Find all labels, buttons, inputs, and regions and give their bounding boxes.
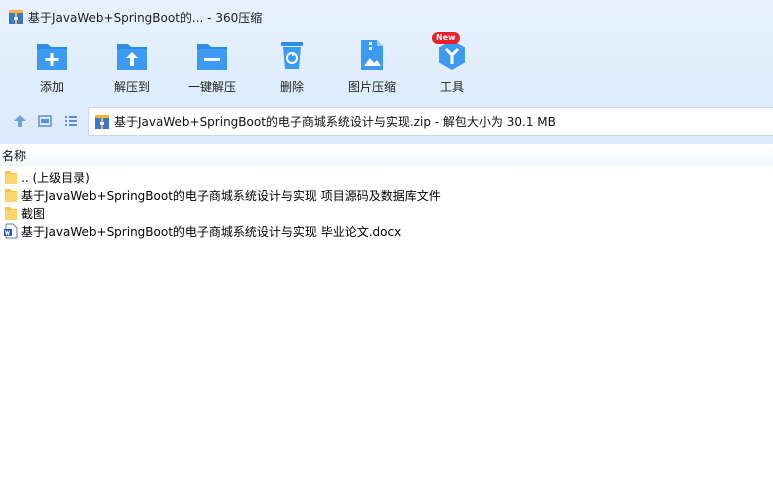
list-item-screenshots-folder[interactable]: 截图: [0, 204, 773, 222]
file-name: 截图: [21, 206, 46, 221]
toolbar: 添加 解压到 一键解压 删除 图片压缩 New 工具: [0, 32, 773, 98]
folder-icon: [5, 207, 17, 220]
delete-label: 删除: [279, 80, 304, 94]
delete-button[interactable]: 删除: [254, 38, 330, 98]
file-list: 名称 .. (上级目录) 基于JavaWeb+SpringBoot的电子商城系统…: [0, 144, 773, 484]
one-click-extract-button[interactable]: 一键解压: [174, 38, 250, 98]
list-item-parent-directory[interactable]: .. (上级目录): [0, 168, 773, 186]
column-header-name[interactable]: 名称: [0, 146, 773, 166]
add-icon: [37, 44, 67, 70]
image-compress-icon: [361, 40, 383, 70]
top-panel: 基于JavaWeb+SpringBoot的... - 360压缩 添加 解压到: [0, 0, 773, 144]
list-item-source-folder[interactable]: 基于JavaWeb+SpringBoot的电子商城系统设计与实现 项目源码及数据…: [0, 186, 773, 204]
new-badge: New: [432, 32, 460, 44]
image-compress-button[interactable]: 图片压缩: [334, 38, 410, 98]
extract-to-label: 解压到: [113, 80, 150, 94]
delete-icon: [281, 42, 303, 69]
file-name: 基于JavaWeb+SpringBoot的电子商城系统设计与实现 项目源码及数据…: [21, 188, 441, 203]
folder-icon: [5, 171, 17, 184]
file-rows: .. (上级目录) 基于JavaWeb+SpringBoot的电子商城系统设计与…: [0, 168, 773, 240]
archive-path: 基于JavaWeb+SpringBoot的电子商城系统设计与实现.zip - 解…: [114, 115, 556, 129]
extract-to-button[interactable]: 解压到: [94, 38, 170, 98]
arrow-up-icon: [14, 115, 26, 127]
zip-archive-icon: [95, 114, 109, 129]
thumbnail-view-icon: [38, 115, 52, 127]
window-title: 基于JavaWeb+SpringBoot的... - 360压缩: [28, 10, 263, 25]
tools-button[interactable]: New 工具: [414, 32, 490, 98]
list-view-button[interactable]: [62, 112, 80, 130]
path-bar[interactable]: 基于JavaWeb+SpringBoot的电子商城系统设计与实现.zip - 解…: [88, 107, 773, 136]
tools-label: 工具: [439, 80, 464, 94]
title-bar: 基于JavaWeb+SpringBoot的... - 360压缩: [0, 0, 773, 34]
thumbnail-view-button[interactable]: [36, 112, 54, 130]
folder-icon: [5, 189, 17, 202]
up-level-button[interactable]: [11, 112, 29, 130]
archive-app-icon: [9, 10, 23, 24]
word-doc-icon: [4, 223, 18, 239]
list-item-thesis-docx[interactable]: 基于JavaWeb+SpringBoot的电子商城系统设计与实现 毕业论文.do…: [0, 222, 773, 240]
add-label: 添加: [39, 80, 64, 94]
file-name: 基于JavaWeb+SpringBoot的电子商城系统设计与实现 毕业论文.do…: [21, 224, 402, 239]
image-compress-label: 图片压缩: [347, 80, 396, 94]
add-button[interactable]: 添加: [14, 38, 90, 98]
file-name: .. (上级目录): [21, 170, 90, 185]
one-click-extract-icon: [197, 44, 227, 70]
navigation-bar: 基于JavaWeb+SpringBoot的电子商城系统设计与实现.zip - 解…: [0, 106, 773, 136]
extract-to-icon: [117, 44, 147, 70]
list-view-icon: [65, 116, 77, 126]
one-click-extract-label: 一键解压: [187, 80, 236, 94]
